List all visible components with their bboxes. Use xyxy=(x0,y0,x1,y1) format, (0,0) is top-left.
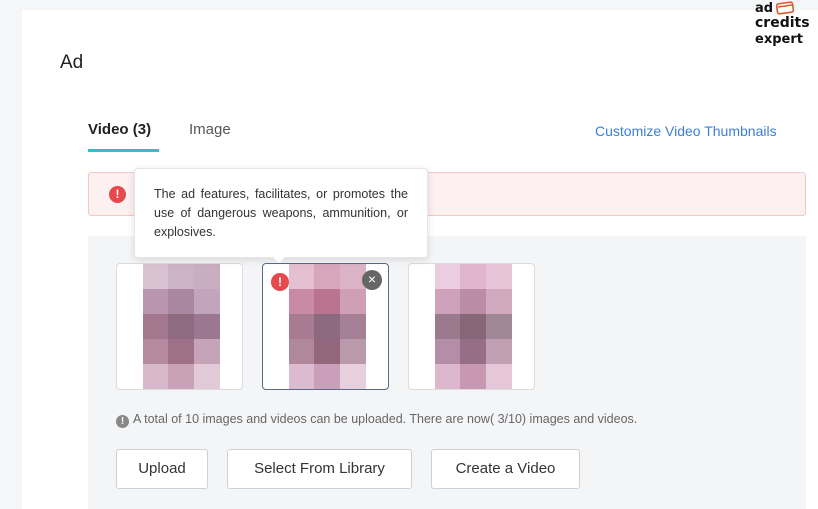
thumbnail-image xyxy=(289,264,366,389)
mosaic-cell xyxy=(193,289,220,314)
mosaic-cell xyxy=(193,264,220,289)
info-icon: ! xyxy=(116,415,129,428)
mosaic-cell xyxy=(339,364,366,389)
mosaic-cell xyxy=(339,314,366,339)
mosaic-cell xyxy=(485,264,512,289)
section-title: Ad xyxy=(60,52,84,73)
mosaic-cell xyxy=(339,339,366,364)
logo-line-1: ad xyxy=(755,1,774,16)
mosaic-cell xyxy=(435,314,461,339)
mosaic-cell xyxy=(193,314,220,339)
mosaic-cell xyxy=(143,289,169,314)
video-thumbnail-2[interactable]: ! × xyxy=(262,263,389,390)
mosaic-cell xyxy=(168,264,195,289)
video-thumbnail-1[interactable] xyxy=(116,263,243,390)
mosaic-cell xyxy=(193,339,220,364)
mosaic-cell xyxy=(460,339,487,364)
mosaic-cell xyxy=(460,289,487,314)
logo: ad credits expert xyxy=(755,1,818,49)
mosaic-cell xyxy=(460,264,487,289)
mosaic-cell xyxy=(193,364,220,389)
mosaic-cell xyxy=(168,289,195,314)
mosaic-cell xyxy=(435,289,461,314)
tooltip-text: The ad features, facilitates, or promote… xyxy=(154,187,408,239)
upload-limit-note: ! A total of 10 images and videos can be … xyxy=(116,412,637,428)
mosaic-cell xyxy=(314,364,341,389)
mosaic-cell xyxy=(435,264,461,289)
mosaic-cell xyxy=(168,339,195,364)
thumbnail-image xyxy=(435,264,512,389)
mosaic-cell xyxy=(289,364,315,389)
mosaic-cell xyxy=(485,339,512,364)
logo-line-2: credits xyxy=(755,15,810,31)
video-thumbnail-3[interactable] xyxy=(408,263,535,390)
mosaic-cell xyxy=(460,364,487,389)
mosaic-cell xyxy=(168,364,195,389)
mosaic-cell xyxy=(289,264,315,289)
tab-video[interactable]: Video (3) xyxy=(88,121,151,138)
mosaic-cell xyxy=(460,314,487,339)
thumbnail-image xyxy=(143,264,220,389)
rejected-icon[interactable]: ! xyxy=(271,273,289,291)
logo-line-3: expert xyxy=(755,32,803,47)
mosaic-cell xyxy=(289,314,315,339)
credit-card-icon xyxy=(776,1,795,15)
error-icon: ! xyxy=(109,186,126,203)
upload-button[interactable]: Upload xyxy=(116,449,208,489)
mosaic-cell xyxy=(339,289,366,314)
select-from-library-button[interactable]: Select From Library xyxy=(227,449,412,489)
upload-limit-text: A total of 10 images and videos can be u… xyxy=(133,412,638,426)
mosaic-cell xyxy=(314,289,341,314)
active-tab-indicator xyxy=(88,149,159,152)
mosaic-cell xyxy=(289,339,315,364)
customize-thumbnails-link[interactable]: Customize Video Thumbnails xyxy=(595,123,777,139)
mosaic-cell xyxy=(314,314,341,339)
mosaic-cell xyxy=(485,314,512,339)
remove-icon[interactable]: × xyxy=(362,270,382,290)
mosaic-cell xyxy=(435,364,461,389)
tab-image[interactable]: Image xyxy=(189,121,231,138)
mosaic-cell xyxy=(435,339,461,364)
mosaic-cell xyxy=(143,364,169,389)
tooltip-arrow xyxy=(272,256,286,263)
mosaic-cell xyxy=(143,339,169,364)
mosaic-cell xyxy=(314,264,341,289)
mosaic-cell xyxy=(168,314,195,339)
mosaic-cell xyxy=(485,364,512,389)
create-video-button[interactable]: Create a Video xyxy=(431,449,580,489)
mosaic-cell xyxy=(143,264,169,289)
mosaic-cell xyxy=(485,289,512,314)
mosaic-cell xyxy=(314,339,341,364)
mosaic-cell xyxy=(143,314,169,339)
rejection-tooltip: The ad features, facilitates, or promote… xyxy=(134,168,428,258)
mosaic-cell xyxy=(289,289,315,314)
